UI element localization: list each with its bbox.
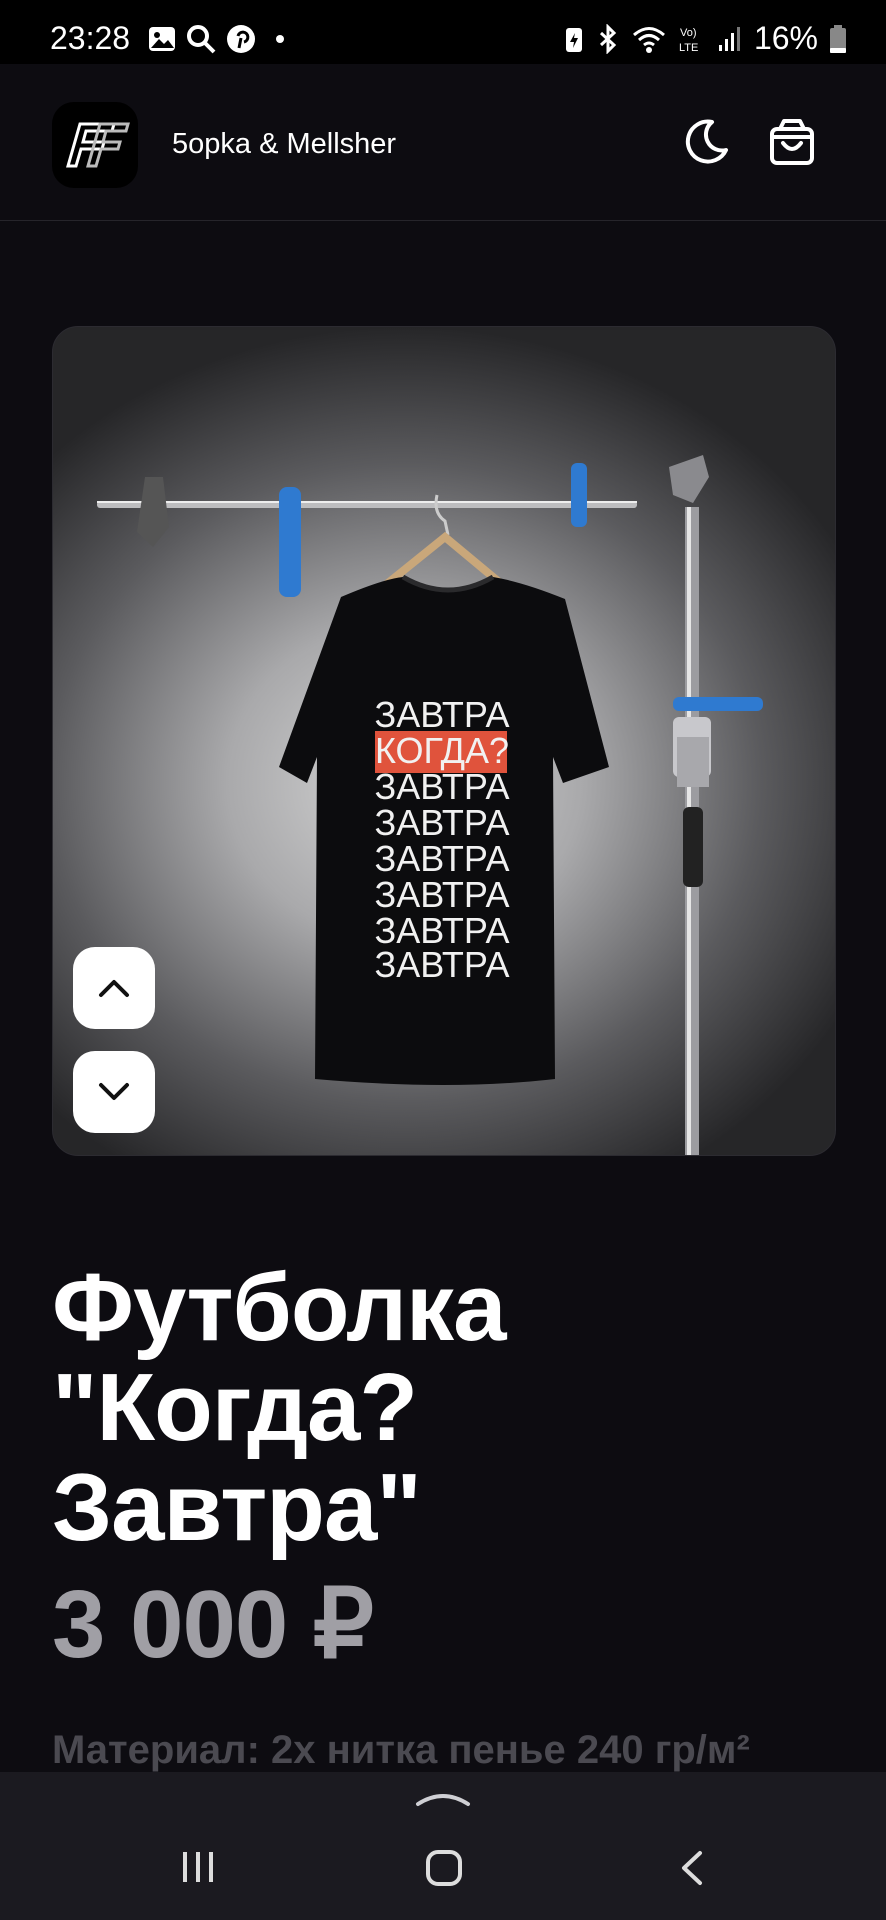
more-notifications-dot [276, 35, 284, 43]
gallery-icon [149, 27, 175, 51]
shopping-bag-icon [770, 119, 814, 165]
battery-icon [830, 24, 846, 53]
product-title-line: "Когда? [52, 1354, 418, 1461]
shirt-print-line: ЗАВТРА [375, 802, 510, 843]
brand-name[interactable]: 5opka & Mellsher [172, 128, 396, 161]
wifi-icon [632, 26, 665, 53]
product-material: Материал: 2х нитка пенье 240 гр/м² [52, 1728, 750, 1772]
shirt-print-line: ЗАВТРА [375, 838, 510, 879]
shirt-print-line: КОГДА? [375, 730, 509, 771]
product-image-carousel[interactable]: ЗАВТРА КОГДА? ЗАВТРА ЗАВТРА ЗАВТРА ЗАВТР… [52, 326, 836, 1156]
volte-icon: Vo) LTE [679, 27, 698, 54]
back-icon[interactable] [678, 1850, 706, 1886]
expand-sheet-icon[interactable] [414, 1786, 472, 1808]
next-image-button[interactable] [73, 1051, 155, 1133]
previous-image-button[interactable] [73, 947, 155, 1029]
product-photo: ЗАВТРА КОГДА? ЗАВТРА ЗАВТРА ЗАВТРА ЗАВТР… [97, 455, 763, 1155]
svg-text:LTE: LTE [679, 42, 698, 54]
product-title: Футболка "Когда? Завтра" [52, 1258, 832, 1558]
shirt-print-line: ЗАВТРА [375, 944, 510, 985]
moon-icon [685, 119, 728, 164]
home-icon[interactable] [424, 1850, 464, 1886]
brand-logo[interactable] [52, 102, 138, 188]
status-bar: 23:28 Vo) LTE 16% [0, 0, 886, 64]
product-price: 3 000 ₽ [52, 1571, 374, 1678]
product-title-line: Завтра" [52, 1454, 422, 1561]
cart-button[interactable] [762, 112, 822, 172]
shirt-print-line: ЗАВТРА [375, 766, 510, 807]
chevron-down-icon [99, 1083, 129, 1100]
product-title-line: Футболка [52, 1254, 506, 1361]
chevron-up-icon [99, 980, 129, 997]
signal-icon [718, 26, 740, 51]
bluetooth-icon [599, 23, 617, 54]
system-navigation-bar [0, 1818, 886, 1920]
battery-percent: 16% [753, 20, 818, 56]
app-header: 5opka & Mellsher [0, 64, 886, 221]
battery-saver-icon [565, 27, 582, 52]
recent-apps-icon[interactable] [180, 1850, 216, 1884]
shirt-print-line: ЗАВТРА [375, 694, 510, 735]
system-icons: Vo) LTE 16% [564, 20, 846, 57]
notification-icons [148, 24, 284, 54]
search-icon [187, 25, 216, 54]
svg-text:Vo): Vo) [680, 27, 697, 39]
pinterest-icon [227, 25, 255, 53]
shirt-print-line: ЗАВТРА [375, 874, 510, 915]
theme-toggle-button[interactable] [676, 112, 736, 172]
status-time: 23:28 [50, 20, 131, 56]
ff-logo-icon [66, 122, 130, 168]
